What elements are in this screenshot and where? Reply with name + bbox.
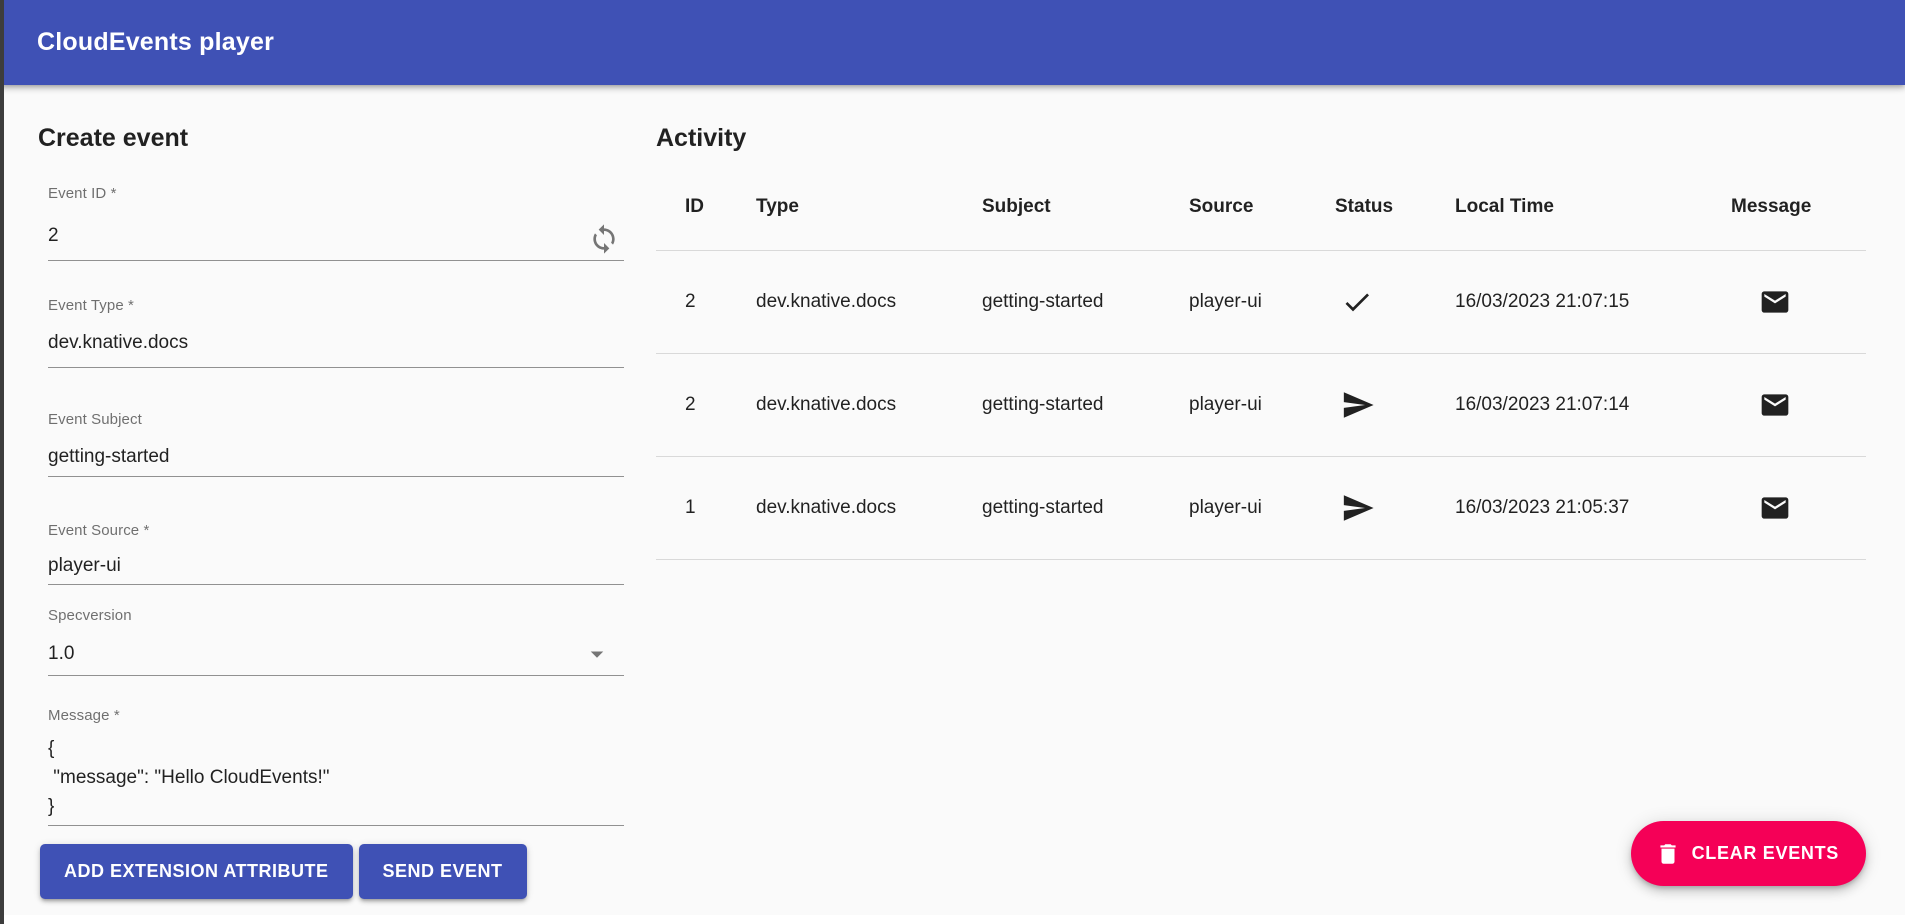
main-content: Create event Event ID * Event Type * [0, 85, 1905, 899]
table-row: 2 dev.knative.docs getting-started playe… [656, 353, 1866, 456]
message-input[interactable]: { "message": "Hello CloudEvents!" } [48, 734, 624, 821]
window-left-edge [0, 0, 4, 924]
col-header-type: Type [756, 165, 982, 250]
cell-local-time: 16/03/2023 21:07:15 [1455, 250, 1731, 353]
clear-events-label: CLEAR EVENTS [1692, 843, 1839, 864]
add-extension-attribute-button[interactable]: ADD EXTENSION ATTRIBUTE [40, 844, 353, 899]
table-row: 2 dev.knative.docs getting-started playe… [656, 250, 1866, 353]
mail-icon [1759, 306, 1791, 321]
event-source-input[interactable] [48, 554, 624, 578]
status-sent-icon [1335, 388, 1455, 422]
field-event-subject: Event Subject [48, 411, 624, 477]
cell-subject: getting-started [982, 250, 1189, 353]
cell-id: 2 [656, 353, 756, 456]
table-row: 1 dev.knative.docs getting-started playe… [656, 456, 1866, 559]
mail-icon [1759, 409, 1791, 424]
col-header-source: Source [1189, 165, 1335, 250]
cell-source: player-ui [1189, 456, 1335, 559]
form-actions: ADD EXTENSION ATTRIBUTE SEND EVENT [40, 844, 624, 899]
cell-local-time: 16/03/2023 21:05:37 [1455, 456, 1731, 559]
view-message-button[interactable] [1759, 492, 1791, 524]
field-message: Message * { "message": "Hello CloudEvent… [48, 707, 624, 826]
col-header-id: ID [656, 165, 756, 250]
specversion-label: Specversion [48, 607, 624, 625]
col-header-message: Message [1731, 165, 1866, 250]
clear-events-button[interactable]: CLEAR EVENTS [1631, 821, 1866, 886]
message-label: Message * [48, 707, 624, 725]
activity-panel: Activity ID Type Subject Source Status L… [656, 85, 1866, 560]
status-sent-icon [1335, 491, 1455, 525]
event-subject-input[interactable] [48, 445, 624, 469]
specversion-select[interactable]: 1.0 [48, 639, 624, 676]
col-header-subject: Subject [982, 165, 1189, 250]
event-id-input[interactable] [48, 224, 588, 248]
regenerate-id-button[interactable] [588, 223, 620, 255]
app-title: CloudEvents player [37, 28, 274, 57]
table-header-row: ID Type Subject Source Status Local Time… [656, 165, 1866, 250]
cell-subject: getting-started [982, 456, 1189, 559]
sync-icon [588, 243, 620, 258]
col-header-status: Status [1335, 165, 1455, 250]
event-type-label: Event Type * [48, 297, 624, 315]
specversion-value: 1.0 [48, 642, 582, 666]
field-event-id: Event ID * [48, 185, 624, 261]
create-event-heading: Create event [38, 123, 624, 153]
event-source-label: Event Source * [48, 522, 624, 540]
trash-icon [1655, 841, 1681, 867]
activity-heading: Activity [656, 123, 1866, 153]
mail-icon [1759, 512, 1791, 527]
cell-id: 1 [656, 456, 756, 559]
send-event-button[interactable]: SEND EVENT [359, 844, 527, 899]
cell-type: dev.knative.docs [756, 353, 982, 456]
cell-type: dev.knative.docs [756, 250, 982, 353]
activity-table: ID Type Subject Source Status Local Time… [656, 165, 1866, 560]
status-received-check-icon [1335, 286, 1455, 318]
create-event-form: Event ID * Event Type * Event Sub [48, 185, 624, 899]
create-event-panel: Create event Event ID * Event Type * [38, 85, 624, 899]
page-bottom-strip [0, 915, 1905, 924]
chevron-down-icon [582, 639, 612, 669]
cell-id: 2 [656, 250, 756, 353]
cell-source: player-ui [1189, 250, 1335, 353]
event-id-label: Event ID * [48, 185, 624, 203]
view-message-button[interactable] [1759, 286, 1791, 318]
col-header-local-time: Local Time [1455, 165, 1731, 250]
field-event-source: Event Source * [48, 522, 624, 585]
event-subject-label: Event Subject [48, 411, 624, 429]
cell-type: dev.knative.docs [756, 456, 982, 559]
app-bar: CloudEvents player [0, 0, 1905, 85]
cell-local-time: 16/03/2023 21:07:14 [1455, 353, 1731, 456]
event-type-input[interactable] [48, 331, 624, 355]
view-message-button[interactable] [1759, 389, 1791, 421]
field-specversion: Specversion 1.0 [48, 607, 624, 676]
cell-subject: getting-started [982, 353, 1189, 456]
field-event-type: Event Type * [48, 297, 624, 368]
cell-source: player-ui [1189, 353, 1335, 456]
